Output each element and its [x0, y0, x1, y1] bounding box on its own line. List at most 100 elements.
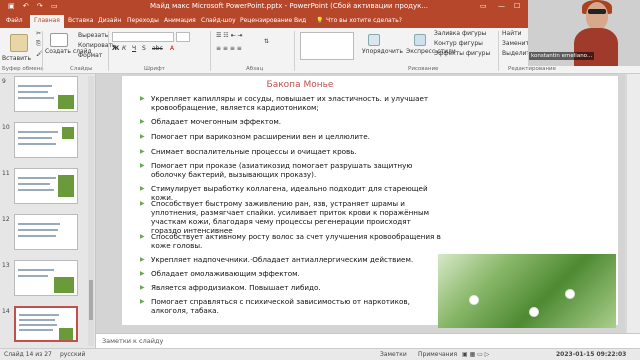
- status-bar: Слайд 14 из 27 русский Заметки Примечани…: [0, 348, 640, 360]
- copy-button[interactable]: ⎘: [36, 40, 41, 48]
- reset-button[interactable]: Копировать: [78, 42, 115, 49]
- bold-button[interactable]: Ж: [112, 45, 119, 52]
- tell-me-input[interactable]: Что вы хотите сделать?: [326, 17, 402, 24]
- webcam-torso: [574, 28, 618, 66]
- tab-insert[interactable]: Вставка: [68, 17, 93, 24]
- minimize-icon[interactable]: —: [498, 2, 505, 10]
- thumbnail-number: 11: [2, 170, 10, 177]
- notes-button[interactable]: Заметки: [380, 351, 407, 358]
- bullet-icon: ▶: [140, 284, 145, 291]
- maximize-icon[interactable]: ☐: [514, 2, 520, 10]
- notes-placeholder: Заметки к слайду: [102, 337, 164, 345]
- slide-thumbnails-panel: 9 10 11 12 13 14: [0, 74, 96, 348]
- group-clipboard: Буфер обмена: [2, 66, 44, 72]
- bullet-icon: ▶: [140, 95, 145, 102]
- notes-pane[interactable]: Заметки к слайду: [96, 333, 640, 348]
- lightbulb-icon: 💡: [316, 17, 324, 24]
- bullet-icon: ▶: [140, 270, 145, 277]
- slide-bullet[interactable]: Помогает справляться с психической завис…: [151, 297, 441, 315]
- timestamp: 2023-01-15 09:22:03: [556, 351, 627, 358]
- slide-bullet[interactable]: Помогает при проказе (азиатикозид помога…: [151, 161, 441, 179]
- paste-button[interactable]: Вставить: [2, 55, 31, 62]
- separator: [294, 31, 295, 71]
- slide-bullet[interactable]: Укрепляет капилляры и сосуды, повышает и…: [151, 94, 441, 112]
- bullet-icon: ▶: [140, 200, 145, 207]
- paste-icon[interactable]: [10, 34, 28, 52]
- tab-design[interactable]: Дизайн: [98, 17, 121, 24]
- thumbnails-scroll-thumb[interactable]: [89, 280, 93, 320]
- slide-thumbnail-13[interactable]: [14, 260, 78, 296]
- slide-thumbnail-11[interactable]: [14, 168, 78, 204]
- language-indicator[interactable]: русский: [60, 351, 85, 358]
- bullet-icon: ▶: [140, 118, 145, 125]
- separator: [108, 31, 109, 71]
- new-slide-icon[interactable]: [50, 33, 68, 47]
- slide-bullet[interactable]: Снимает воспалительные процессы и очищае…: [151, 147, 441, 156]
- slide-scrollbar[interactable]: [627, 74, 640, 333]
- view-buttons[interactable]: ▣ ▦ ▭ ▷: [462, 351, 489, 358]
- slide-bullet[interactable]: Обладает мочегонным эффектом.: [151, 117, 441, 126]
- font-color-button[interactable]: A: [170, 45, 174, 52]
- shape-fill-button[interactable]: Заливка фигуры: [434, 30, 486, 37]
- tab-slideshow[interactable]: Слайд-шоу: [201, 17, 236, 24]
- cut-button[interactable]: ✂: [36, 30, 41, 37]
- bullet-icon: ▶: [140, 298, 145, 305]
- slide-thumbnail-10[interactable]: [14, 122, 78, 158]
- quick-styles-icon[interactable]: [414, 34, 426, 46]
- bullet-icon: ▶: [140, 256, 145, 263]
- layout-button[interactable]: Вырезать: [78, 32, 108, 39]
- text-direction-button[interactable]: ⇅: [264, 38, 269, 45]
- slide-title[interactable]: Бакопа Монье: [150, 80, 450, 90]
- align-buttons[interactable]: ≡ ≡ ≡ ≡: [216, 45, 242, 52]
- italic-button[interactable]: К: [122, 45, 126, 52]
- tab-animation[interactable]: Анимация: [164, 17, 196, 24]
- bullet-icon: ▶: [140, 162, 145, 169]
- slide-bullet[interactable]: Обладает омолаживающим эффектом.: [151, 269, 441, 278]
- find-button[interactable]: Найти: [502, 30, 521, 37]
- webcam-face: [586, 2, 608, 30]
- slide-bullet[interactable]: Способствует активному росту волос за сч…: [151, 232, 441, 250]
- shape-effects-button[interactable]: Эффекты фигуры: [434, 50, 490, 57]
- slide-bullet[interactable]: Укрепляет надпочечники.·Обладает антиалл…: [151, 255, 441, 264]
- tab-review[interactable]: Рецензирование: [240, 17, 292, 24]
- group-drawing: Рисование: [408, 66, 439, 72]
- group-slides: Слайды: [70, 66, 93, 72]
- slide-thumbnail-14[interactable]: [14, 306, 78, 342]
- group-editing: Редактирование: [508, 66, 556, 72]
- separator: [210, 31, 211, 71]
- section-button[interactable]: Формат: [78, 52, 102, 59]
- font-size-field[interactable]: [176, 32, 190, 42]
- group-font: Шрифт: [144, 66, 165, 72]
- slide-bullet[interactable]: Способствует быстрому заживлению ран, яз…: [151, 199, 441, 235]
- slide-bullet[interactable]: Является афродизиаком. Повышает либидо.: [151, 283, 441, 292]
- tab-file[interactable]: Файл: [6, 17, 23, 24]
- tab-transitions[interactable]: Переходы: [127, 17, 159, 24]
- group-paragraph: Абзац: [246, 66, 264, 72]
- bullet-icon: ▶: [140, 133, 145, 140]
- comments-button[interactable]: Примечания: [418, 351, 457, 358]
- arrange-button[interactable]: Упорядочить: [362, 48, 403, 55]
- shape-outline-button[interactable]: Контур фигуры: [434, 40, 483, 47]
- ribbon-display-icon[interactable]: ▭: [480, 2, 487, 10]
- thumbnail-number: 13: [2, 262, 10, 269]
- slide-counter: Слайд 14 из 27: [4, 351, 52, 358]
- slide-thumbnail-12[interactable]: [14, 214, 78, 250]
- bacopa-photo[interactable]: [438, 254, 616, 328]
- quick-access-toolbar[interactable]: ▣ ↶ ↷ ▭: [8, 2, 61, 10]
- thumbnail-number: 14: [2, 308, 10, 315]
- thumbnail-number: 10: [2, 124, 10, 131]
- slide-bullet[interactable]: Помогает при варикозном расширении вен и…: [151, 132, 441, 141]
- arrange-icon[interactable]: [368, 34, 380, 46]
- underline-button[interactable]: Ч: [132, 45, 136, 52]
- tab-view[interactable]: Вид: [294, 17, 306, 24]
- tab-home[interactable]: Главная: [30, 15, 64, 28]
- font-name-field[interactable]: [112, 32, 174, 42]
- slide-thumbnail-9[interactable]: [14, 76, 78, 112]
- strikethrough-button[interactable]: abc: [152, 45, 163, 52]
- shapes-gallery[interactable]: [300, 32, 354, 60]
- bullet-icon: ▶: [140, 233, 145, 240]
- flower-icon: [530, 308, 538, 316]
- shadow-button[interactable]: S: [142, 45, 146, 52]
- bullets-button[interactable]: ☰ ☷ ⇤ ⇥: [216, 32, 243, 39]
- webcam-glasses: [588, 9, 606, 14]
